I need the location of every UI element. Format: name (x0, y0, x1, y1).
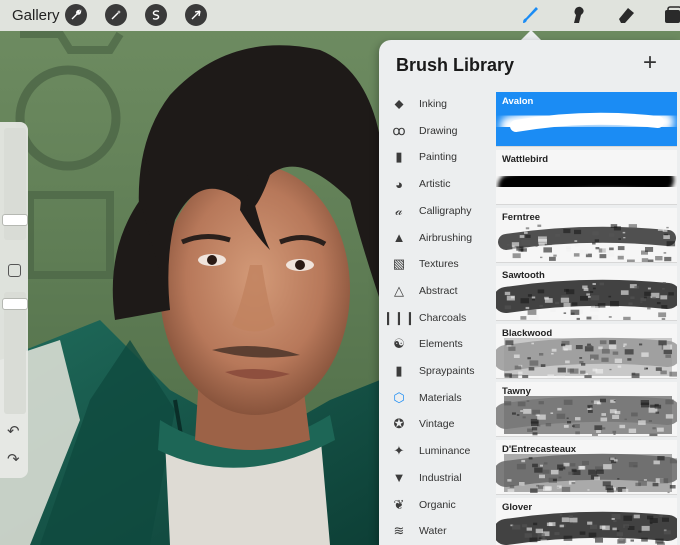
brush-library-panel: Brush Library + ⬥ Inking ꝏ Drawing ▮ Painting… (379, 40, 680, 545)
category-label: Vintage (419, 418, 455, 431)
brush-name: Glover (502, 502, 533, 513)
category-spraypaints[interactable]: ▮ Spraypaints (379, 359, 495, 383)
category-painting[interactable]: ▮ Painting (379, 145, 495, 169)
modify-button[interactable] (8, 264, 21, 277)
brush-ferntree[interactable]: Ferntree (496, 208, 677, 263)
category-drawing[interactable]: ꝏ Drawing (379, 119, 495, 143)
sparkle-icon: ✦ (393, 443, 405, 459)
brush-dentrecasteaux[interactable]: D'Entrecasteaux (496, 440, 677, 495)
cube-icon: ⬡ (393, 389, 405, 405)
selection-s-icon[interactable] (145, 4, 167, 26)
leaf-icon: ❦ (393, 496, 405, 512)
brush-name: D'Entrecasteaux (502, 444, 577, 455)
palette-icon: ◕ (395, 176, 403, 192)
brush-name: Wattlebird (502, 154, 549, 165)
category-label: Inking (419, 98, 448, 110)
category-label: Elements (419, 338, 463, 351)
category-abstract[interactable]: △ Abstract (379, 279, 495, 303)
brush-avalon[interactable]: Avalon (496, 92, 677, 147)
redo-icon[interactable]: ↷ (7, 452, 20, 467)
undo-icon[interactable]: ↶ (7, 424, 20, 439)
brush-name: Tawny (502, 386, 531, 397)
brush-size-handle[interactable] (2, 214, 28, 226)
brush-sawtooth[interactable]: Sawtooth (496, 266, 677, 321)
category-label: Abstract (419, 284, 458, 297)
category-airbrushing[interactable]: ▲ Airbrushing (379, 226, 495, 250)
triangle-icon: △ (394, 282, 404, 298)
category-label: Painting (419, 151, 457, 164)
top-toolbar: Gallery (0, 0, 680, 31)
category-luminance[interactable]: ✦ Luminance (379, 439, 495, 463)
calligraphy-icon: 𝒶 (395, 202, 403, 218)
magic-wand-icon[interactable] (105, 4, 127, 26)
category-calligraphy[interactable]: 𝒶 Calligraphy (379, 199, 495, 223)
waves-icon: ≋ (393, 523, 405, 539)
add-brush-icon[interactable]: + (643, 51, 657, 75)
category-label: Organic (419, 498, 456, 511)
category-industrial[interactable]: ▼ Industrial (379, 466, 495, 490)
category-artistic[interactable]: ◕ Artistic (379, 172, 495, 196)
category-charcoals[interactable]: ❙❙❙ Charcoals (379, 306, 495, 330)
eraser-icon[interactable] (614, 4, 638, 26)
category-label: Calligraphy (419, 204, 472, 217)
opacity-handle[interactable] (2, 298, 28, 310)
category-vintage[interactable]: ✪ Vintage (379, 412, 495, 436)
category-label: Industrial (419, 471, 462, 484)
category-label: Materials (419, 391, 462, 404)
layers-icon[interactable] (660, 4, 680, 26)
category-label: Spraypaints (419, 365, 475, 377)
yin-yang-icon: ☯ (393, 336, 405, 352)
squiggle-icon: ꝏ (392, 122, 406, 138)
brush-icon[interactable] (518, 4, 542, 26)
category-water[interactable]: ≋ Water (379, 519, 495, 543)
brush-glover[interactable]: Glover (496, 498, 677, 545)
brush-name: Sawtooth (502, 270, 545, 281)
textures-icon: ▧ (392, 256, 406, 272)
category-textures[interactable]: ▧ Textures (379, 252, 495, 276)
category-organic[interactable]: ❦ Organic (379, 493, 495, 517)
category-label: Airbrushing (419, 231, 473, 244)
category-materials[interactable]: ⬡ Materials (379, 386, 495, 410)
brush-name: Ferntree (502, 212, 541, 223)
panel-title: Brush Library (396, 55, 515, 75)
brush-blackwood[interactable]: Blackwood (496, 324, 677, 379)
popover-pointer (521, 30, 541, 40)
spray-can-icon: ▮ (395, 363, 403, 378)
star-icon: ✪ (393, 416, 405, 432)
category-label: Textures (419, 258, 459, 271)
category-label: Water (419, 525, 447, 538)
wrench-icon[interactable] (65, 4, 87, 26)
arrow-cursor-icon[interactable] (185, 4, 207, 26)
category-label: Artistic (419, 178, 451, 191)
ink-drop-icon: ⬥ (394, 96, 404, 111)
gallery-button[interactable]: Gallery (12, 7, 60, 24)
charcoal-icon: ❙❙❙ (382, 309, 416, 325)
smudge-icon[interactable] (566, 4, 590, 26)
category-elements[interactable]: ☯ Elements (379, 332, 495, 356)
side-controls: ↶ ↷ (0, 122, 28, 478)
category-inking[interactable]: ⬥ Inking (379, 92, 495, 116)
brush-wattlebird[interactable]: Wattlebird (496, 150, 677, 205)
brush-name: Avalon (502, 96, 534, 107)
opacity-slider[interactable] (4, 292, 26, 414)
category-label: Charcoals (419, 311, 467, 324)
category-label: Luminance (419, 445, 471, 458)
brush-tawny[interactable]: Tawny (496, 382, 677, 437)
airbrush-icon: ▲ (392, 230, 406, 245)
anvil-icon: ▼ (392, 470, 406, 486)
category-label: Drawing (419, 124, 458, 137)
brush-name: Blackwood (502, 328, 553, 339)
paint-brush-icon: ▮ (395, 149, 403, 165)
